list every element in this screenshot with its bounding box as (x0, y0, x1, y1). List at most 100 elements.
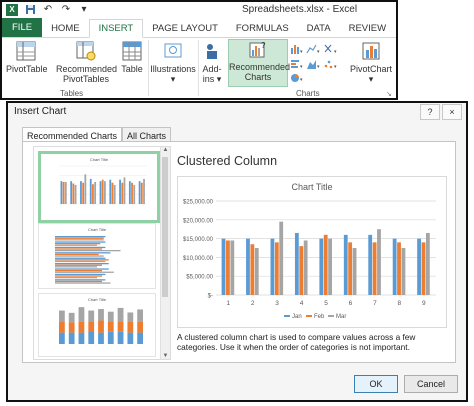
cancel-button[interactable]: Cancel (404, 375, 458, 393)
column-chart-icon[interactable] (291, 45, 299, 54)
pie-chart-icon[interactable] (291, 74, 299, 82)
tab-data[interactable]: DATA (298, 20, 340, 37)
dialog-title: Insert Chart (14, 106, 67, 117)
scroll-down-icon[interactable]: ▼ (162, 353, 169, 359)
pivotchart-icon (362, 42, 380, 60)
area-chart-icon[interactable] (307, 60, 316, 69)
legend-label: Jan (292, 314, 302, 320)
redo-icon[interactable]: ↷ (60, 4, 72, 16)
tab-view[interactable]: VIEW (395, 20, 396, 37)
bar-jan-8 (392, 238, 397, 295)
bar-mar-3 (279, 221, 284, 295)
bar-mar-9 (425, 232, 430, 295)
addins-button[interactable]: Add- ins ▾ (200, 40, 224, 84)
chart-type-heading: Clustered Column (177, 154, 278, 168)
customize-toolbar-icon[interactable]: ▾ (78, 4, 90, 16)
thumb-stack-segment (59, 332, 65, 344)
scrollbar-thumb[interactable] (162, 157, 168, 297)
bar-jan-6 (343, 234, 348, 295)
thumb-stack-segment (107, 311, 114, 322)
bar-feb-2 (250, 244, 255, 295)
svg-text:▾: ▾ (317, 49, 320, 55)
illustrations-button[interactable]: Illustrations ▾ (150, 40, 196, 84)
addins-label-1: Add- (202, 64, 222, 74)
thumbnail-stacked-column[interactable]: Chart Title (38, 293, 156, 357)
svg-text:?: ? (261, 41, 266, 50)
thumb-stack-segment (117, 331, 124, 344)
tab-file[interactable]: FILE (2, 18, 43, 37)
thumb-stack-segment (78, 332, 85, 344)
thumb-bar (55, 266, 97, 268)
recommended-pivottables-icon (76, 41, 96, 61)
save-icon[interactable] (24, 4, 36, 16)
thumb-bar (55, 237, 104, 239)
svg-text:▾: ▾ (334, 49, 337, 55)
thumb-bar (55, 282, 111, 284)
pivotchart-button[interactable]: PivotChart ▾ (348, 40, 394, 84)
thumb-bar (143, 178, 145, 204)
tab-insert[interactable]: INSERT (88, 19, 144, 38)
tab-review[interactable]: REVIEW (340, 20, 395, 37)
thumb-bar (131, 182, 133, 204)
pivottable-button[interactable]: PivotTable (6, 40, 48, 74)
y-tick-label: $5,000.00 (186, 275, 213, 281)
y-tick-label: $10,000.00 (183, 256, 214, 262)
chart-preview: Chart Title $- $5,000.00 $10,000.00 $15,000… (177, 176, 447, 328)
tab-formulas[interactable]: FORMULAS (227, 20, 298, 37)
thumb-bar (55, 273, 106, 276)
thumb-bar (140, 182, 143, 204)
line-chart-icon[interactable] (306, 44, 317, 54)
thumb-bar (55, 255, 104, 257)
thumb-bar (121, 182, 124, 204)
bar-jan-9 (417, 238, 421, 295)
scatter-chart-icon[interactable] (324, 60, 333, 69)
close-button[interactable]: × (442, 104, 462, 120)
bar-feb-5 (323, 234, 328, 295)
window-title: Spreadsheets.xlsx - Excel (242, 4, 358, 15)
thumb-bar (111, 182, 114, 204)
thumb-bar (55, 275, 103, 277)
thumb-stack-segment (117, 307, 124, 322)
ok-button[interactable]: OK (354, 375, 398, 393)
bar-mar-8 (401, 248, 406, 295)
thumb-bar (55, 260, 106, 263)
thumb-bar (55, 277, 97, 279)
undo-icon[interactable]: ↶ (42, 4, 54, 16)
thumbnail-clustered-bar[interactable]: Chart Title (38, 223, 156, 289)
statistic-chart-icon[interactable] (324, 44, 332, 53)
thumb-bar (55, 252, 111, 254)
thumb-stack-segment (137, 309, 143, 322)
thumb-bar (123, 177, 126, 204)
tab-page-layout[interactable]: PAGE LAYOUT (143, 20, 227, 37)
addins-icon (207, 44, 217, 59)
thumb-bar (55, 268, 109, 270)
thumbnail-scrollbar[interactable]: ▲ ▼ (160, 147, 170, 359)
recommended-charts-label-2: Charts (244, 72, 272, 82)
bar-jan-2 (246, 238, 250, 295)
recommended-pivottables-button[interactable]: Recommended PivotTables (56, 40, 117, 84)
charts-dialog-launcher-icon[interactable]: ↘ (386, 90, 392, 98)
thumb-bar (55, 271, 114, 273)
recommended-charts-label-1: Recommended (229, 62, 291, 72)
thumbnail-column-graphic (59, 165, 147, 205)
thumb-bar (138, 181, 141, 204)
thumb-stack-segment (137, 321, 143, 333)
recommended-charts-button[interactable]: ? Recommended Charts (228, 39, 291, 87)
table-button[interactable]: Table (118, 40, 146, 74)
thumb-bar (55, 243, 101, 245)
x-tick-label: 6 (349, 300, 353, 307)
bar-mar-6 (352, 248, 357, 295)
thumb-stack-segment (107, 331, 114, 344)
scroll-up-icon[interactable]: ▲ (162, 147, 169, 153)
thumbnail-stacked-graphic (59, 307, 143, 344)
thumb-stack-segment (88, 331, 95, 344)
bar-chart-icon[interactable] (291, 60, 299, 68)
quick-access-toolbar: X ↶ ↷ ▾ (6, 4, 90, 16)
tab-home[interactable]: HOME (42, 20, 89, 37)
help-button[interactable]: ? (420, 104, 440, 120)
legend-label: Feb (314, 314, 325, 320)
bar-mar-7 (377, 229, 381, 295)
y-tick-label: $20,000.00 (183, 218, 214, 224)
excel-ribbon: X ↶ ↷ ▾ Spreadsheets.xlsx - Excel FILE HO… (0, 0, 398, 100)
thumbnail-clustered-column[interactable]: Chart Title (38, 151, 160, 223)
